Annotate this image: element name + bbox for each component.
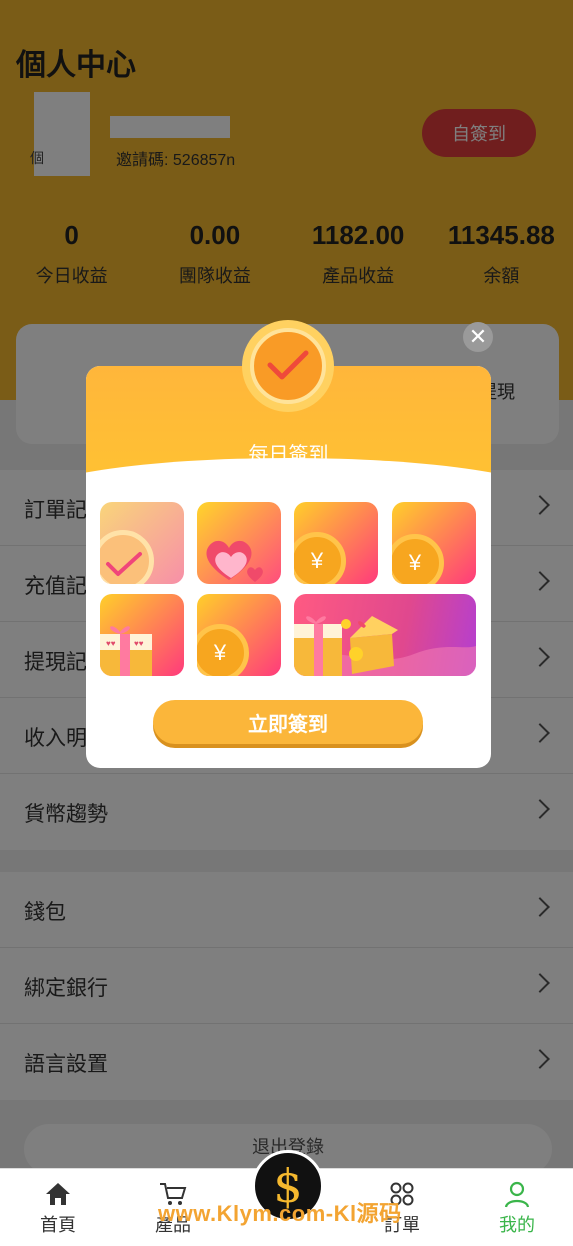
checkmark-inner [250, 328, 326, 404]
reward-tile-day1[interactable] [100, 502, 184, 584]
sign-in-now-button[interactable]: 立即簽到 [153, 700, 423, 744]
checkmark-badge-icon [242, 320, 334, 412]
check-icon [267, 350, 309, 380]
reward-tile-day3[interactable]: ¥ [294, 502, 378, 584]
tab-me[interactable]: 我的 [477, 1179, 557, 1237]
yuan-coin-icon: ¥ [392, 534, 444, 584]
yuan-coin-icon: ¥ [294, 532, 346, 584]
hearts-icon [206, 540, 263, 582]
treasure-chest-icon [294, 616, 476, 676]
reward-tile-day7[interactable] [294, 594, 476, 676]
tab-label: 我的 [499, 1215, 535, 1235]
reward-tile-day6[interactable]: ¥ [197, 594, 281, 676]
tab-label: 首頁 [40, 1215, 76, 1235]
gift-icon: ♥♥ ♥♥ [100, 626, 152, 676]
daily-checkin-modal: 每日簽到 ¥ ¥ ♥♥ ♥♥ ¥ 立即簽到 [86, 366, 491, 768]
yuan-coin-icon: ¥ [197, 624, 249, 676]
svg-text:♥♥: ♥♥ [134, 639, 144, 648]
user-icon [477, 1179, 557, 1209]
tab-home[interactable]: 首頁 [18, 1179, 98, 1237]
home-icon [18, 1179, 98, 1209]
modal-title: 每日簽到 [248, 444, 329, 466]
close-icon[interactable]: ✕ [463, 322, 493, 352]
reward-tile-day5[interactable]: ♥♥ ♥♥ [100, 594, 184, 676]
reward-tile-day2[interactable] [197, 502, 281, 584]
watermark-text: www.Klym.com-Kl源码 [158, 1201, 402, 1226]
check-icon [106, 552, 142, 576]
reward-tile-day4[interactable]: ¥ [392, 502, 476, 584]
svg-text:♥♥: ♥♥ [106, 639, 116, 648]
